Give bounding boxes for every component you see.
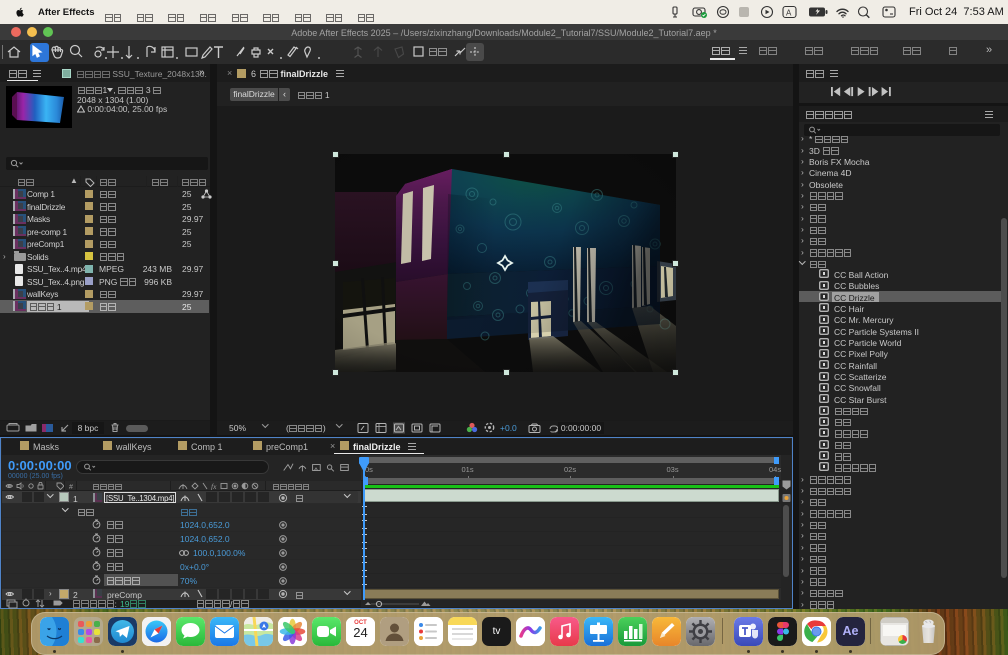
svg-text:A: A [786, 9, 792, 18]
svg-text:fx: fx [211, 482, 217, 490]
svg-text:#: # [69, 484, 73, 490]
